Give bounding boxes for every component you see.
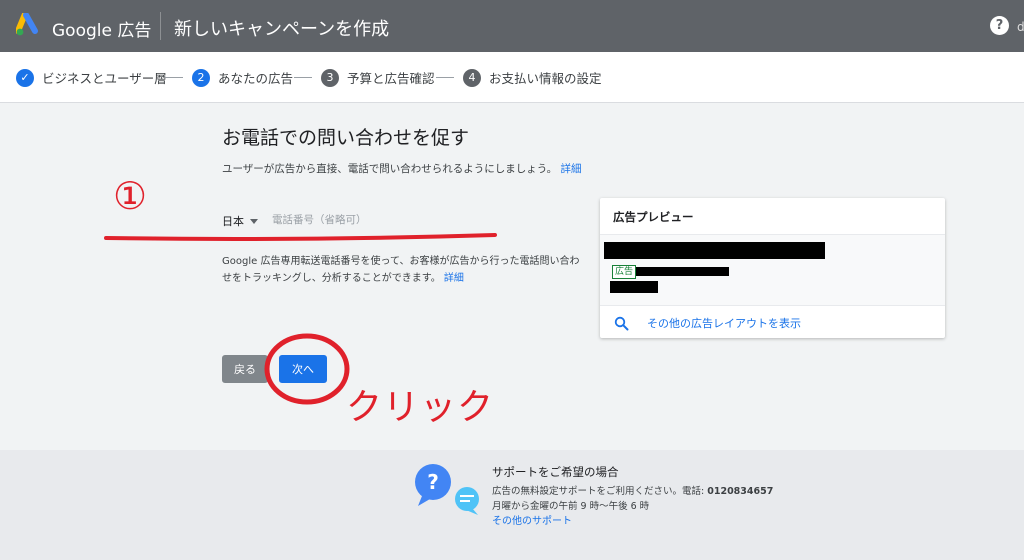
support-chat-icon: ? bbox=[415, 464, 479, 515]
step-payment[interactable]: 4 お支払い情報の設定 bbox=[463, 68, 602, 87]
redacted-description bbox=[610, 281, 658, 293]
other-support-link[interactable]: その他のサポート bbox=[492, 512, 572, 527]
help-icon[interactable]: ? bbox=[990, 16, 1009, 35]
step-business-audience[interactable]: ✓ ビジネスとユーザー層 bbox=[16, 68, 167, 87]
redacted-url bbox=[636, 267, 729, 276]
step-connector bbox=[294, 77, 312, 78]
annotation-underline bbox=[104, 233, 497, 241]
support-footer: ? サポートをご希望の場合 広告の無料設定サポートをご利用ください。電話: 01… bbox=[0, 450, 1024, 560]
svg-text:?: ? bbox=[427, 470, 439, 494]
support-phone-line: 広告の無料設定サポートをご利用ください。電話: 0120834657 bbox=[492, 483, 773, 497]
call-tracking-info: Google 広告専用転送電話番号を使って、お客様が広告から行った電話問い合わせ… bbox=[222, 253, 582, 287]
info-text: Google 広告専用転送電話番号を使って、お客様が広告から行った電話問い合わせ… bbox=[222, 256, 580, 284]
account-label[interactable]: d bbox=[1017, 20, 1024, 34]
step-label: お支払い情報の設定 bbox=[489, 71, 602, 86]
support-phone-text: 広告の無料設定サポートをご利用ください。電話: bbox=[492, 486, 705, 497]
page-title: 新しいキャンペーンを作成 bbox=[174, 19, 390, 40]
support-hours: 月曜から金曜の午前 9 時～午後 6 時 bbox=[492, 501, 650, 512]
annotation-step-number: ① bbox=[113, 174, 148, 218]
phone-number-input[interactable] bbox=[272, 209, 498, 231]
step-budget-review[interactable]: 3 予算と広告確認 bbox=[321, 68, 435, 87]
progress-stepper: ✓ ビジネスとユーザー層 2 あなたの広告 3 予算と広告確認 4 お支払い情報… bbox=[0, 52, 1024, 103]
top-bar: Google 広告 新しいキャンペーンを作成 ? d bbox=[0, 0, 1024, 52]
annotation-circle bbox=[264, 333, 350, 405]
info-detail-link[interactable]: 詳細 bbox=[444, 273, 464, 284]
annotation-click-text: クリック bbox=[346, 387, 495, 428]
step-your-ad[interactable]: 2 あなたの広告 bbox=[192, 68, 293, 87]
ad-badge: 広告 bbox=[612, 265, 637, 279]
brand-name: Google 広告 bbox=[52, 21, 152, 41]
google-ads-logo-icon bbox=[16, 13, 38, 36]
section-heading: お電話での問い合わせを促す bbox=[222, 127, 470, 149]
description-text: ユーザーが広告から直接、電話で問い合わせられるようにしましょう。 bbox=[222, 163, 558, 175]
search-icon bbox=[614, 316, 629, 330]
more-layouts-link[interactable]: その他の広告レイアウトを表示 bbox=[614, 315, 801, 331]
step-connector bbox=[436, 77, 454, 78]
step-number-badge: 3 bbox=[321, 68, 339, 87]
step-number-badge: 4 bbox=[463, 68, 481, 87]
divider bbox=[600, 305, 945, 306]
caret-down-icon bbox=[250, 218, 258, 224]
detail-link[interactable]: 詳細 bbox=[561, 163, 582, 175]
country-select[interactable]: 日本 bbox=[222, 213, 258, 229]
check-icon: ✓ bbox=[16, 68, 34, 87]
step-number-badge: 2 bbox=[192, 68, 210, 87]
country-value: 日本 bbox=[222, 215, 244, 228]
step-label: 予算と広告確認 bbox=[347, 71, 435, 86]
preview-title: 広告プレビュー bbox=[613, 210, 694, 224]
section-description: ユーザーが広告から直接、電話で問い合わせられるようにしましょう。 詳細 bbox=[222, 161, 582, 176]
more-layouts-label: その他の広告レイアウトを表示 bbox=[647, 317, 801, 330]
redacted-headline bbox=[604, 242, 825, 259]
step-label: ビジネスとユーザー層 bbox=[42, 71, 167, 86]
support-phone-number: 0120834657 bbox=[707, 486, 774, 497]
support-title: サポートをご希望の場合 bbox=[492, 465, 619, 479]
step-connector bbox=[165, 77, 183, 78]
step-label: あなたの広告 bbox=[218, 71, 294, 86]
header-divider bbox=[160, 12, 161, 40]
